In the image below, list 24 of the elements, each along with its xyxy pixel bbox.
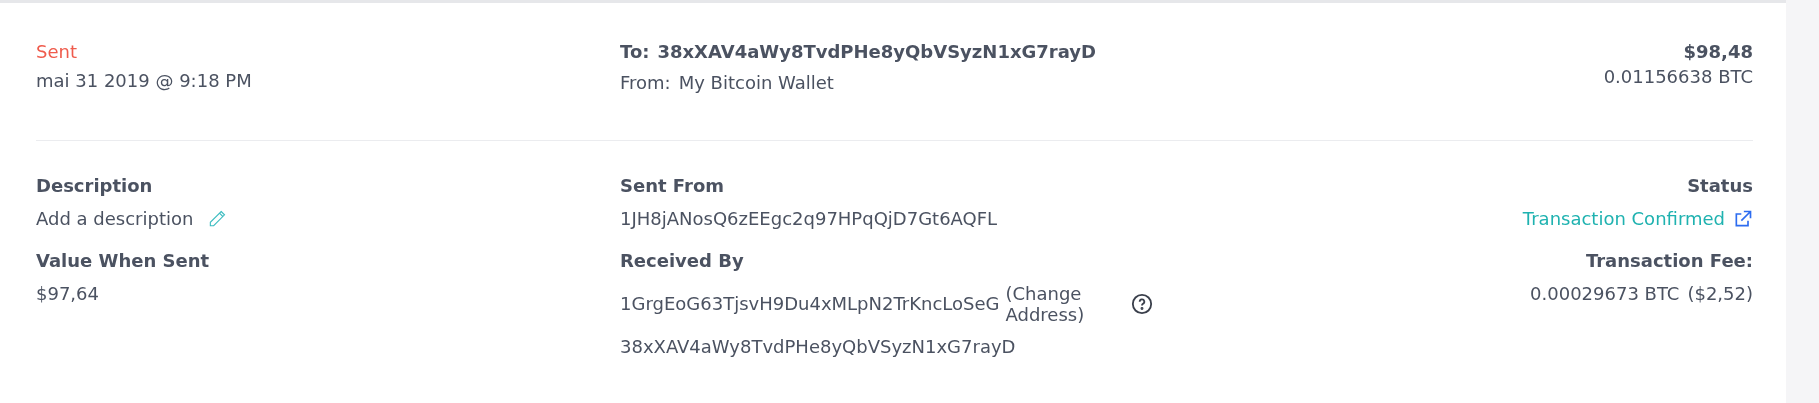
received-address: 1GrgEoG63TjsvH9Du4xMLpN2TrKncLoSeG <box>620 292 1000 316</box>
external-link-icon[interactable] <box>1733 208 1753 229</box>
value-label: Value When Sent <box>36 250 210 273</box>
fee-btc: 0.00029673 BTC <box>1530 282 1680 305</box>
received-address: 38xXAV4aWy8TvdPHe8yQbVSyzN1xG7rayD <box>620 335 1016 359</box>
fiat-amount: $98,48 <box>1683 41 1753 64</box>
help-icon[interactable] <box>1131 293 1154 316</box>
received-by-label: Received By <box>620 250 744 273</box>
to-address: 38xXAV4aWy8TvdPHe8yQbVSyzN1xG7rayD <box>657 41 1096 64</box>
direction-label: Sent <box>36 41 77 64</box>
sent-from-address: 1JH8jANosQ6zEEgc2q97HPqQjD7Gt6AQFL <box>620 207 998 230</box>
fee-fiat: ($2,52) <box>1687 282 1753 305</box>
description-placeholder[interactable]: Add a description <box>36 207 194 230</box>
fee-label: Transaction Fee: <box>1585 250 1753 273</box>
change-address-note: (Change Address) <box>1005 282 1086 326</box>
sent-from-label: Sent From <box>620 175 724 198</box>
btc-amount: 0.01156638 BTC <box>1603 65 1753 88</box>
from-label: From: <box>620 71 671 94</box>
from-wallet: My Bitcoin Wallet <box>678 71 834 94</box>
description-label: Description <box>36 175 153 198</box>
value-when-sent: $97,64 <box>36 282 99 305</box>
to-label: To: <box>620 41 650 64</box>
status-label: Status <box>1687 175 1753 198</box>
transaction-date: mai 31 2019 @ 9:18 PM <box>36 69 252 92</box>
